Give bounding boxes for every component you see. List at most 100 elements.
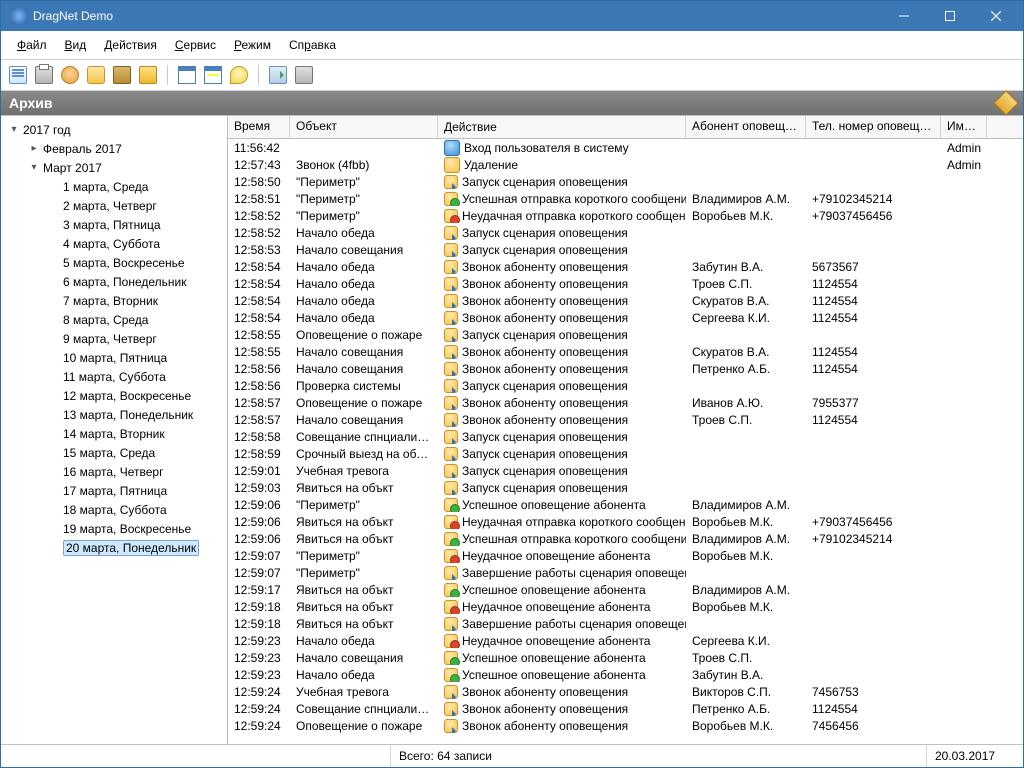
- table-row[interactable]: 12:59:18Явиться на объктНеудачное оповещ…: [228, 598, 1023, 615]
- tree-pane[interactable]: ▾ 2017 год ▸Февраль 2017▾Март 20171 март…: [1, 116, 228, 744]
- table-row[interactable]: 12:59:24Оповещение о пожареЗвонок абонен…: [228, 717, 1023, 734]
- action-text: Запуск сценария оповещения: [462, 481, 628, 495]
- tree-day-node[interactable]: 12 марта, Воскресенье: [1, 386, 227, 405]
- tree-label: 14 марта, Вторник: [63, 427, 165, 441]
- table-row[interactable]: 12:58:54Начало обедаЗвонок абоненту опов…: [228, 292, 1023, 309]
- cell-action: Звонок абоненту оповещения: [438, 294, 686, 308]
- menu-service[interactable]: Сервис: [167, 36, 224, 54]
- table-row[interactable]: 12:59:18Явиться на объктЗавершение работ…: [228, 615, 1023, 632]
- table-row[interactable]: 12:59:01Учебная тревогаЗапуск сценария о…: [228, 462, 1023, 479]
- tree-day-node[interactable]: 13 марта, Понедельник: [1, 405, 227, 424]
- toolbar-calendar2-button[interactable]: [202, 64, 224, 86]
- table-row[interactable]: 12:58:57Оповещение о пожареЗвонок абонен…: [228, 394, 1023, 411]
- toolbar-print2-button[interactable]: [293, 64, 315, 86]
- tree-day-node[interactable]: 19 марта, Воскресенье: [1, 519, 227, 538]
- table-row[interactable]: 12:59:23Начало обедаНеудачное оповещение…: [228, 632, 1023, 649]
- col-subscriber[interactable]: Абонент оповещения: [686, 116, 806, 138]
- table-row[interactable]: 12:58:51"Периметр"Успешная отправка коро…: [228, 190, 1023, 207]
- table-row[interactable]: 12:59:06"Периметр"Успешное оповещение аб…: [228, 496, 1023, 513]
- tree-day-node[interactable]: 18 марта, Суббота: [1, 500, 227, 519]
- toolbar-help-button[interactable]: [228, 64, 250, 86]
- close-button[interactable]: [973, 1, 1019, 31]
- menu-mode[interactable]: Режим: [226, 36, 279, 54]
- cell-action: Вход пользователя в систему: [438, 140, 686, 156]
- toolbar-boxes-button[interactable]: [111, 64, 133, 86]
- tree-day-node[interactable]: 10 марта, Пятница: [1, 348, 227, 367]
- toolbar-print-button[interactable]: [33, 64, 55, 86]
- tree-day-node[interactable]: 8 марта, Среда: [1, 310, 227, 329]
- table-row[interactable]: 12:58:53Начало совещанияЗапуск сценария …: [228, 241, 1023, 258]
- menu-help[interactable]: Справка: [281, 36, 344, 54]
- action-text: Запуск сценария оповещения: [462, 464, 628, 478]
- archive-icon: [993, 90, 1018, 115]
- table-row[interactable]: 12:58:52"Периметр"Неудачная отправка кор…: [228, 207, 1023, 224]
- tree-day-node[interactable]: 5 марта, Воскресенье: [1, 253, 227, 272]
- tree-day-node[interactable]: 6 марта, Понедельник: [1, 272, 227, 291]
- menu-file[interactable]: Файл: [9, 36, 55, 54]
- tree-day-node[interactable]: 14 марта, Вторник: [1, 424, 227, 443]
- tree-label: 12 марта, Воскресенье: [63, 389, 191, 403]
- tree-day-node[interactable]: 17 марта, Пятница: [1, 481, 227, 500]
- tree-year-node[interactable]: ▾ 2017 год: [1, 120, 227, 139]
- status-date: 20.03.2017: [927, 745, 1023, 767]
- tree-day-node[interactable]: 16 марта, Четверг: [1, 462, 227, 481]
- maximize-button[interactable]: [927, 1, 973, 31]
- table-row[interactable]: 12:58:52Начало обедаЗапуск сценария опов…: [228, 224, 1023, 241]
- table-row[interactable]: 12:58:54Начало обедаЗвонок абоненту опов…: [228, 275, 1023, 292]
- action-text: Неудачная отправка короткого сообщения: [462, 515, 686, 529]
- tree-day-node[interactable]: 7 марта, Вторник: [1, 291, 227, 310]
- table-row[interactable]: 12:59:07"Периметр"Завершение работы сцен…: [228, 564, 1023, 581]
- tree-day-node[interactable]: 3 марта, Пятница: [1, 215, 227, 234]
- menu-view[interactable]: Вид: [57, 36, 95, 54]
- table-row[interactable]: 12:58:56Начало совещанияЗвонок абоненту …: [228, 360, 1023, 377]
- toolbar-folder-button[interactable]: [137, 64, 159, 86]
- toolbar-db-button[interactable]: [85, 64, 107, 86]
- table-row[interactable]: 12:58:58Совещание спнциалистовЗапуск сце…: [228, 428, 1023, 445]
- menu-actions[interactable]: Действия: [96, 36, 165, 54]
- tree-day-node[interactable]: 11 марта, Суббота: [1, 367, 227, 386]
- tree-day-node[interactable]: 9 марта, Четверг: [1, 329, 227, 348]
- cell-subscriber: Владимиров А.М.: [686, 532, 806, 546]
- table-row[interactable]: 12:58:54Начало обедаЗвонок абоненту опов…: [228, 309, 1023, 326]
- table-row[interactable]: 12:59:06Явиться на объктНеудачная отправ…: [228, 513, 1023, 530]
- table-row[interactable]: 12:59:24Совещание спнциалистовЗвонок або…: [228, 700, 1023, 717]
- tree-day-node[interactable]: 1 марта, Среда: [1, 177, 227, 196]
- table-row[interactable]: 12:59:23Начало обедаУспешное оповещение …: [228, 666, 1023, 683]
- tree-month-node[interactable]: ▸Февраль 2017: [1, 139, 227, 158]
- toolbar-calendar1-button[interactable]: [176, 64, 198, 86]
- table-row[interactable]: 12:58:57Начало совещанияЗвонок абоненту …: [228, 411, 1023, 428]
- minimize-button[interactable]: [881, 1, 927, 31]
- col-username[interactable]: Имя ...: [941, 116, 987, 138]
- table-row[interactable]: 12:59:03Явиться на объктЗапуск сценария …: [228, 479, 1023, 496]
- action-status-icon: [444, 260, 458, 274]
- toolbar-users-button[interactable]: [59, 64, 81, 86]
- table-row[interactable]: 12:58:55Оповещение о пожареЗапуск сценар…: [228, 326, 1023, 343]
- col-object[interactable]: Объект: [290, 116, 438, 138]
- table-row[interactable]: 12:58:59Срочный выезд на объектЗапуск сц…: [228, 445, 1023, 462]
- table-row[interactable]: 12:58:55Начало совещанияЗвонок абоненту …: [228, 343, 1023, 360]
- rows-container[interactable]: 11:56:42Вход пользователя в системуAdmin…: [228, 139, 1023, 744]
- tree-day-node[interactable]: 4 марта, Суббота: [1, 234, 227, 253]
- action-status-icon: [444, 328, 458, 342]
- table-row[interactable]: 12:58:50"Периметр"Запуск сценария оповещ…: [228, 173, 1023, 190]
- tree-month-node[interactable]: ▾Март 2017: [1, 158, 227, 177]
- table-row[interactable]: 12:59:23Начало совещанияУспешное оповеще…: [228, 649, 1023, 666]
- table-row[interactable]: 12:58:54Начало обедаЗвонок абоненту опов…: [228, 258, 1023, 275]
- table-row[interactable]: 12:58:56Проверка системыЗапуск сценария …: [228, 377, 1023, 394]
- col-time[interactable]: Время: [228, 116, 290, 138]
- table-row[interactable]: 11:56:42Вход пользователя в системуAdmin: [228, 139, 1023, 156]
- col-phone[interactable]: Тел. номер оповещения: [806, 116, 941, 138]
- table-row[interactable]: 12:59:06Явиться на объктУспешная отправк…: [228, 530, 1023, 547]
- tree-day-node[interactable]: 20 марта, Понедельник: [1, 538, 227, 557]
- toolbar-export-button[interactable]: [267, 64, 289, 86]
- table-row[interactable]: 12:59:24Учебная тревогаЗвонок абоненту о…: [228, 683, 1023, 700]
- action-status-icon: [444, 634, 458, 648]
- tree-day-node[interactable]: 2 марта, Четверг: [1, 196, 227, 215]
- col-action[interactable]: Действие: [438, 116, 686, 138]
- toolbar-new-button[interactable]: [7, 64, 29, 86]
- table-row[interactable]: 12:57:43Звонок (4fbb)УдалениеAdmin: [228, 156, 1023, 173]
- table-row[interactable]: 12:59:07"Периметр"Неудачное оповещение а…: [228, 547, 1023, 564]
- tree-day-node[interactable]: 15 марта, Среда: [1, 443, 227, 462]
- cell-subscriber: Скуратов В.А.: [686, 345, 806, 359]
- table-row[interactable]: 12:59:17Явиться на объктУспешное оповеще…: [228, 581, 1023, 598]
